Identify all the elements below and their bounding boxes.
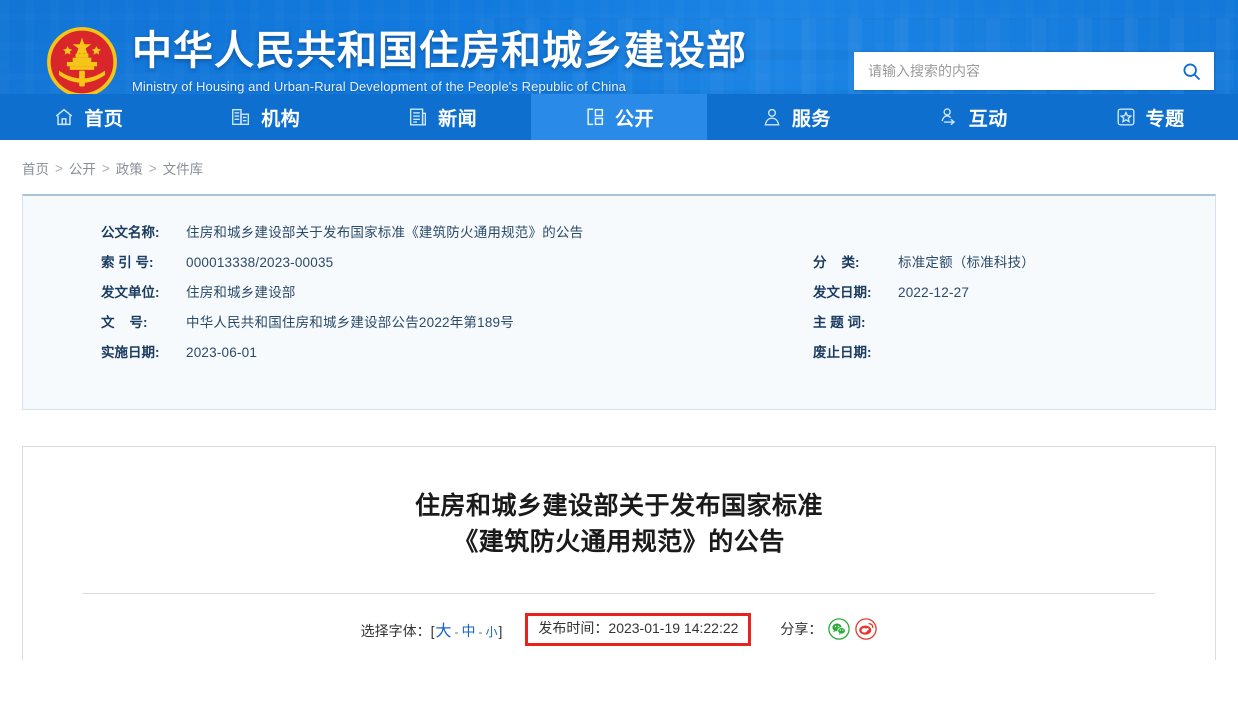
info-value: 000013338/2023-00035 — [186, 255, 334, 270]
person-service-icon — [764, 108, 780, 126]
weibo-share-icon[interactable] — [855, 618, 878, 640]
search-button[interactable] — [1168, 52, 1214, 90]
building-icon — [232, 108, 250, 126]
info-label: 文 号: — [101, 315, 148, 330]
nav-label: 新闻 — [438, 108, 478, 130]
info-row-doc-name: 公文名称: 住房和城乡建设部关于发布国家标准《建筑防火通用规范》的公告 — [101, 221, 813, 251]
china-national-emblem-icon — [47, 27, 117, 97]
font-size-selector: 选择字体：[大 - 中 - 小] — [361, 617, 503, 641]
breadcrumb-separator: > — [55, 160, 63, 176]
document-info-right-column: 分 类: 标准定额（标准科技） 发文日期: 2022-12-27 主 题 词: … — [813, 221, 1193, 371]
font-size-large-link[interactable]: 大 — [434, 623, 452, 640]
search-icon — [1182, 62, 1200, 80]
info-label: 废止日期: — [813, 345, 872, 360]
breadcrumb: 首页 > 公开 > 政策 > 文件库 — [0, 150, 1238, 186]
article-meta-bar: 选择字体：[大 - 中 - 小] 发布时间：2023-01-19 14:22:22 分享… — [23, 613, 1215, 646]
font-size-small-link[interactable]: 小 — [485, 625, 499, 639]
article-panel: 住房和城乡建设部关于发布国家标准 《建筑防火通用规范》的公告 选择字体：[大 - 中… — [22, 446, 1216, 660]
breadcrumb-separator: > — [148, 160, 157, 176]
info-label: 主 题 词: — [813, 315, 866, 330]
info-row-doc-number: 文 号: 中华人民共和国住房和城乡建设部公告2022年第189号 — [101, 311, 813, 341]
site-title-cn: 中华人民共和国住房和城乡建设部 — [132, 29, 747, 73]
home-icon — [56, 108, 73, 126]
info-row-index-number: 索 引 号: 000013338/2023-00035 — [101, 251, 813, 281]
article-divider — [83, 593, 1155, 594]
font-size-label: 选择字体：[ — [360, 623, 435, 640]
nav-item-topic[interactable]: 专题 — [1061, 94, 1238, 140]
breadcrumb-separator: > — [101, 160, 110, 176]
info-label: 发文日期: — [813, 285, 872, 300]
page-title: 住房和城乡建设部关于发布国家标准 《建筑防火通用规范》的公告 — [23, 447, 1215, 560]
article-title-line2: 《建筑防火通用规范》的公告 — [453, 527, 785, 556]
info-row-abolish-date: 废止日期: — [813, 341, 1193, 371]
info-value: 中华人民共和国住房和城乡建设部公告2022年第189号 — [186, 315, 514, 330]
nav-item-news[interactable]: 新闻 — [354, 94, 531, 140]
article-title-line1: 住房和城乡建设部关于发布国家标准 — [414, 492, 823, 520]
nav-item-service[interactable]: 服务 — [707, 94, 884, 140]
info-label: 实施日期: — [101, 345, 160, 360]
search-box[interactable] — [854, 52, 1214, 90]
font-size-bracket-close: ] — [498, 623, 503, 640]
document-info-left-column: 公文名称: 住房和城乡建设部关于发布国家标准《建筑防火通用规范》的公告 索 引 … — [23, 221, 813, 371]
publish-time: 发布时间：2023-01-19 14:22:22 — [525, 613, 752, 646]
nav-item-organization[interactable]: 机构 — [177, 94, 354, 140]
nav-label: 机构 — [261, 108, 301, 130]
info-row-category: 分 类: 标准定额（标准科技） — [813, 251, 1193, 281]
info-value: 2022-12-27 — [898, 285, 970, 300]
nav-label: 服务 — [791, 108, 831, 130]
font-dash: - — [478, 625, 483, 640]
info-value: 住房和城乡建设部关于发布国家标准《建筑防火通用规范》的公告 — [186, 225, 584, 240]
share-section: 分享： — [780, 618, 878, 640]
document-info-panel: 公文名称: 住房和城乡建设部关于发布国家标准《建筑防火通用规范》的公告 索 引 … — [22, 194, 1216, 410]
breadcrumb-item-home[interactable]: 首页 — [22, 158, 49, 178]
nav-label: 互动 — [968, 108, 1008, 130]
main-navigation: 首页 机构 新闻 公开 服务 互动 专题 — [0, 94, 1238, 140]
share-label: 分享： — [780, 621, 823, 638]
info-row-subject-words: 主 题 词: — [813, 311, 1193, 341]
info-label: 公文名称: — [101, 225, 160, 240]
person-exchange-icon — [941, 108, 955, 126]
info-label: 索 引 号: — [101, 255, 154, 270]
info-value: 2023-06-01 — [186, 345, 258, 360]
info-label: 分 类: — [813, 255, 860, 270]
info-row-effective-date: 实施日期: 2023-06-01 — [101, 341, 813, 371]
nav-item-home[interactable]: 首页 — [0, 94, 177, 140]
font-dash: - — [454, 625, 459, 640]
breadcrumb-item-filestore[interactable]: 文件库 — [163, 158, 204, 178]
info-value: 标准定额（标准科技） — [898, 255, 1035, 270]
info-label: 发文单位: — [101, 285, 160, 300]
nav-label: 首页 — [84, 108, 124, 130]
nav-label: 专题 — [1145, 108, 1185, 130]
search-input[interactable] — [854, 52, 1168, 90]
font-size-medium-link[interactable]: 中 — [461, 623, 477, 639]
news-icon — [410, 108, 427, 126]
info-row-issuing-unit: 发文单位: 住房和城乡建设部 — [101, 281, 813, 311]
info-row-issue-date: 发文日期: 2022-12-27 — [813, 281, 1193, 311]
nav-item-open[interactable]: 公开 — [530, 94, 708, 140]
open-folder-icon — [587, 108, 604, 126]
breadcrumb-item-open[interactable]: 公开 — [69, 158, 96, 178]
nav-label: 公开 — [615, 108, 655, 130]
star-box-icon — [1117, 108, 1135, 126]
info-value: 住房和城乡建设部 — [186, 285, 296, 300]
nav-item-interaction[interactable]: 互动 — [884, 94, 1061, 140]
wechat-share-icon[interactable] — [828, 618, 851, 640]
breadcrumb-item-policy[interactable]: 政策 — [116, 158, 143, 178]
